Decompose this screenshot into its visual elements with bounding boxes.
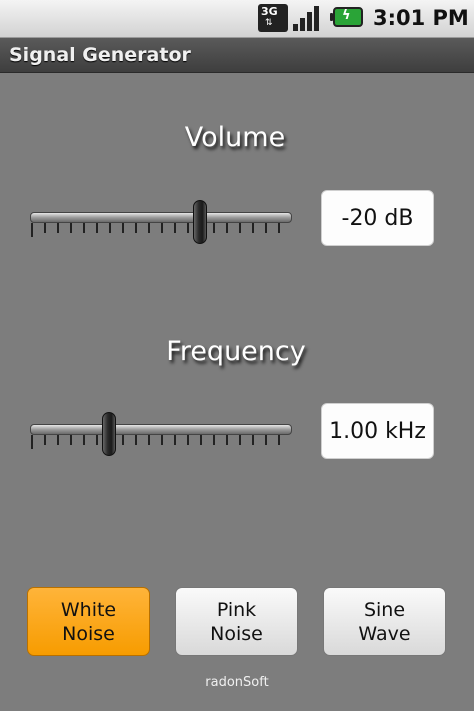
white-noise-button[interactable]: White Noise [27,587,150,656]
pink-noise-label-line2: Noise [210,623,263,645]
data-arrows-icon: ⇅ [265,18,273,28]
volume-slider-track[interactable] [30,212,292,223]
app-title-bar: Signal Generator [0,38,474,73]
network-type-label: 3G [261,5,278,18]
volume-slider[interactable] [30,200,292,244]
white-noise-label-line2: Noise [62,623,115,645]
pink-noise-button[interactable]: Pink Noise [175,587,298,656]
frequency-slider-ticks [31,435,291,449]
volume-label: Volume [184,122,286,153]
frequency-value-display: 1.00 kHz [321,403,434,459]
pink-noise-label-line1: Pink [216,599,257,621]
app-title: Signal Generator [9,44,191,66]
volume-value-display: -20 dB [321,190,434,246]
frequency-slider-thumb[interactable] [101,412,116,456]
status-clock: 3:01 PM [373,6,469,30]
sine-wave-label-line2: Wave [358,623,411,645]
status-bar: 3G ⇅ ϟ 3:01 PM [0,0,474,38]
white-noise-label-line1: White [60,599,117,621]
footer-credit: radonSoft [205,675,269,690]
battery-charging-icon: ϟ [330,7,363,27]
frequency-slider[interactable] [30,412,292,456]
frequency-slider-track[interactable] [30,424,292,435]
signal-strength-icon [293,4,325,32]
charging-bolt-icon: ϟ [342,8,351,23]
volume-slider-ticks [31,223,291,237]
sine-wave-button[interactable]: Sine Wave [323,587,446,656]
sine-wave-label-line1: Sine [363,599,406,621]
frequency-label: Frequency [166,336,306,367]
volume-slider-thumb[interactable] [193,200,208,244]
3g-data-icon: 3G ⇅ [258,4,288,32]
